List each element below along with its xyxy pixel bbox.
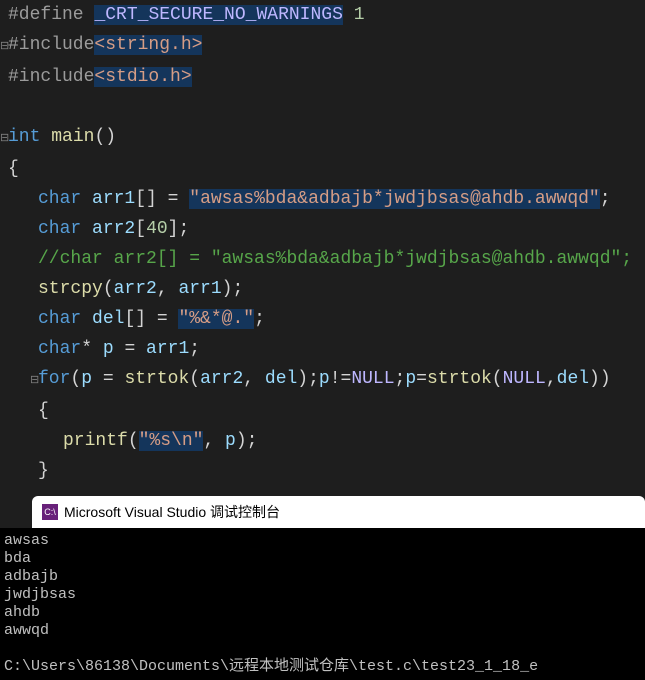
- code-editor[interactable]: #define _CRT_SECURE_NO_WARNINGS 1 ⊟#incl…: [0, 0, 645, 486]
- for-keyword: for: [38, 369, 70, 389]
- bracket-close: ];: [168, 219, 190, 239]
- variable: p: [81, 369, 92, 389]
- arg: arr1: [178, 279, 221, 299]
- variable: p: [319, 369, 330, 389]
- variable: arr2: [92, 219, 135, 239]
- semicolon: ;: [600, 189, 611, 209]
- preproc-keyword: #define: [8, 5, 84, 25]
- function-call: strcpy: [38, 279, 103, 299]
- type-keyword: int: [8, 127, 40, 147]
- null-macro: NULL: [351, 369, 394, 389]
- fold-icon[interactable]: ⊟: [0, 124, 8, 154]
- type-keyword: char: [38, 189, 81, 209]
- bracket-open: [: [135, 219, 146, 239]
- preproc-keyword: #include: [8, 35, 94, 55]
- preproc-keyword: #include: [8, 67, 94, 87]
- arg: p: [225, 431, 236, 451]
- variable: p: [103, 339, 114, 359]
- variable: p: [405, 369, 416, 389]
- function-call: printf: [63, 431, 128, 451]
- variable: del: [92, 309, 124, 329]
- brace: {: [8, 159, 19, 179]
- pointer: *: [81, 339, 103, 359]
- fold-icon[interactable]: ⊟: [30, 366, 38, 396]
- number: 40: [146, 219, 168, 239]
- equals: =: [114, 339, 146, 359]
- arg: del: [265, 369, 297, 389]
- semicolon: ;: [254, 309, 265, 329]
- string-literal: "%&*@.": [178, 309, 254, 329]
- parens: (): [94, 127, 116, 147]
- equals: =: [92, 369, 124, 389]
- variable: arr1: [146, 339, 189, 359]
- string-literal: "%s\n": [139, 431, 204, 451]
- string-literal: "awsas%bda&adbajb*jwdjbsas@ahdb.awwqd": [189, 189, 599, 209]
- brackets: [] =: [135, 189, 189, 209]
- macro-value: 1: [354, 5, 365, 25]
- type-keyword: char: [38, 219, 81, 239]
- arg: arr2: [114, 279, 157, 299]
- comment: //char arr2[] = "awsas%bda&adbajb*jwdjbs…: [38, 249, 632, 269]
- type-keyword: char: [38, 339, 81, 359]
- brace: {: [38, 401, 49, 421]
- console-icon: C:\: [42, 504, 58, 520]
- variable: arr1: [92, 189, 135, 209]
- include-header: <string.h>: [94, 35, 202, 55]
- semicolon: ;: [189, 339, 200, 359]
- include-header: <stdio.h>: [94, 67, 191, 87]
- null-macro: NULL: [503, 369, 546, 389]
- macro-name: _CRT_SECURE_NO_WARNINGS: [94, 5, 342, 25]
- brackets: [] =: [124, 309, 178, 329]
- function-name: main: [51, 127, 94, 147]
- function-call: strtok: [427, 369, 492, 389]
- brace: }: [38, 461, 49, 481]
- arg: arr2: [200, 369, 243, 389]
- console-titlebar[interactable]: C:\ Microsoft Visual Studio 调试控制台: [32, 496, 645, 528]
- type-keyword: char: [38, 309, 81, 329]
- console-output[interactable]: awsas bda adbajb jwdjbsas ahdb awwqd C:\…: [0, 528, 645, 680]
- fold-icon[interactable]: ⊟: [0, 32, 8, 62]
- console-title: Microsoft Visual Studio 调试控制台: [64, 502, 280, 522]
- function-call: strtok: [124, 369, 189, 389]
- arg: del: [557, 369, 589, 389]
